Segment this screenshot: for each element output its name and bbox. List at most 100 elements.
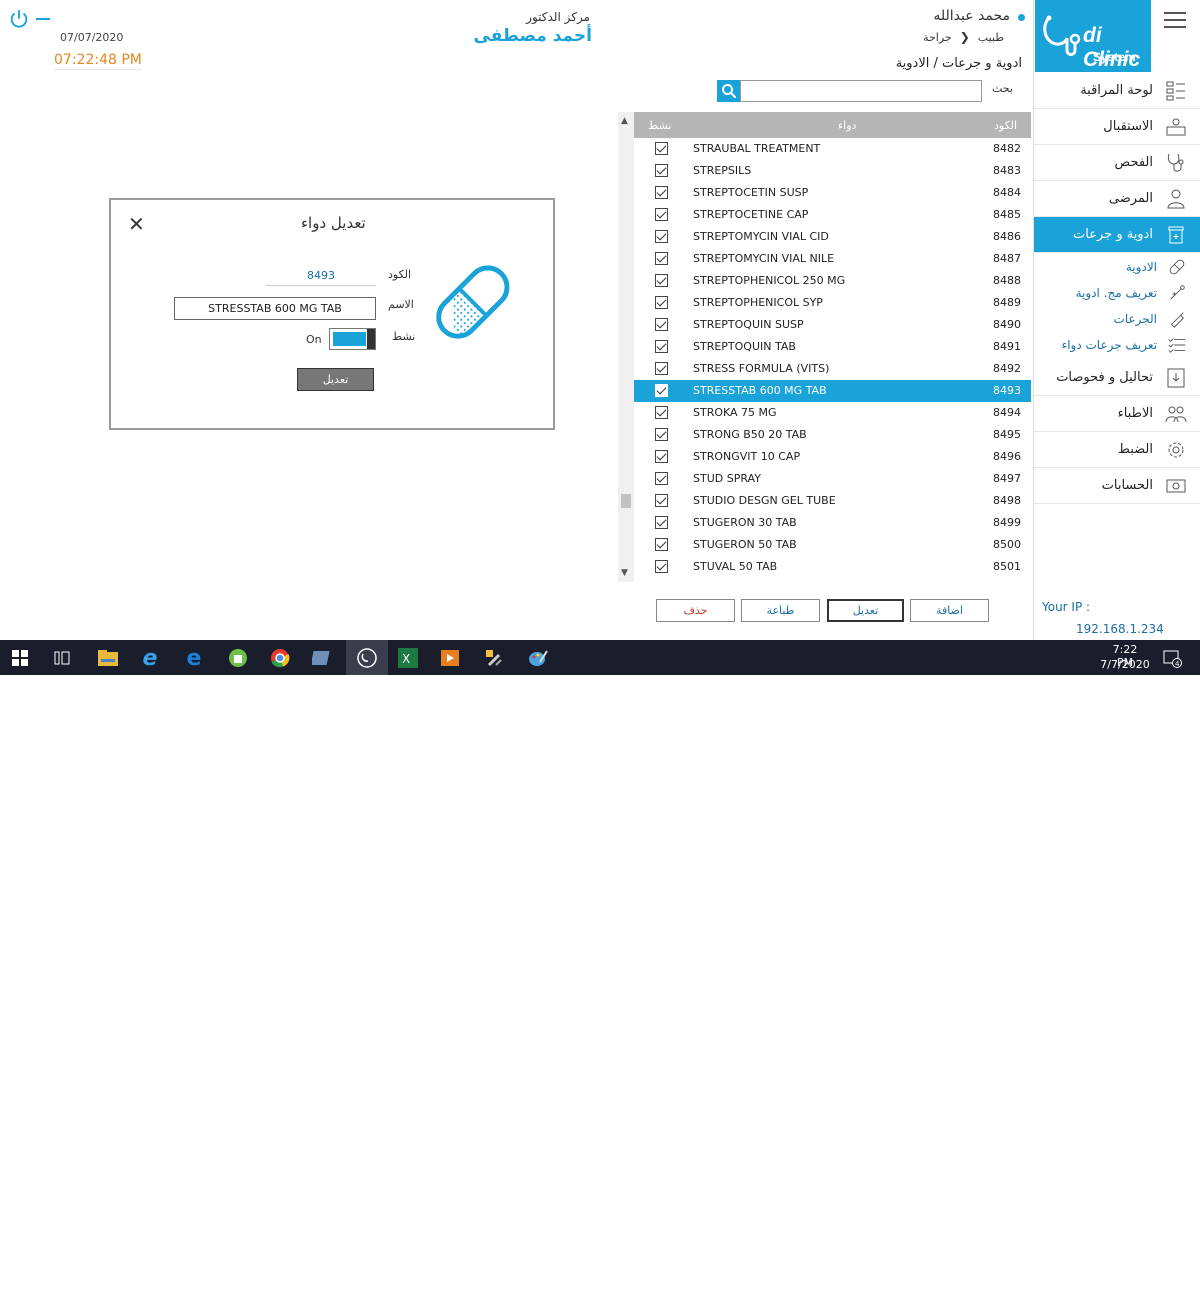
sidebar: di Clinic System لوحة المراقبة الاستقبال ا… [1033,0,1200,640]
minimize-button[interactable] [36,18,50,20]
active-checkbox[interactable] [655,384,668,397]
column-header-code[interactable]: الكود [994,119,1017,132]
sidebar-item2-label: تحاليل و فحوصات [1056,370,1153,385]
table-row[interactable]: STREPTOCETIN SUSP 8484 [634,182,1031,204]
taskbar-date[interactable]: 7/7/2020 [1100,658,1150,671]
table-row[interactable]: STUD SPRAY 8497 [634,468,1031,490]
table-row[interactable]: STREPTOPHENICOL 250 MG 8488 [634,270,1031,292]
table-row[interactable]: STREPTOMYCIN VIAL NILE 8487 [634,248,1031,270]
table-row[interactable]: STREPTOQUIN SUSP 8490 [634,314,1031,336]
drug-name-cell: STREPTOPHENICOL 250 MG [693,274,846,287]
table-row[interactable]: STRESS FORMULA (VITS) 8492 [634,358,1031,380]
dose-icon [1167,309,1187,329]
table-row[interactable]: STREPTOQUIN TAB 8491 [634,336,1031,358]
search-button[interactable] [717,80,740,102]
drug-code-cell: 8497 [993,472,1021,485]
internet-explorer-icon[interactable]: e [138,646,162,671]
active-checkbox[interactable] [655,560,668,573]
notification-icon[interactable]: 4 [1160,646,1184,670]
ip-value: 192.168.1.234 [1076,622,1164,636]
sidebar-item-4[interactable]: ادوية و جرعات [1034,217,1200,253]
menu-icon[interactable] [1164,12,1186,30]
table-row[interactable]: STUVAL 50 TAB 8501 [634,556,1031,578]
language-indicator[interactable]: ENG [1070,1292,1094,1305]
active-checkbox[interactable] [655,538,668,551]
sidebar-item-2[interactable]: الفحص [1034,145,1200,181]
sidebar-subitem-1[interactable]: تعريف مج. ادوية [1034,280,1200,306]
active-checkbox[interactable] [655,516,668,529]
active-checkbox[interactable] [655,296,668,309]
delete-button[interactable]: حذف [656,599,735,622]
column-header-drug[interactable]: دواء [838,119,856,132]
active-checkbox[interactable] [655,406,668,419]
scroll-down-icon[interactable]: ▼ [621,568,628,578]
sidebar-item2-0[interactable]: تحاليل و فحوصات [1034,360,1200,396]
store-app-icon[interactable] [226,646,250,670]
table-row[interactable]: STUDIO DESGN GEL TUBE 8498 [634,490,1031,512]
dialog-edit-button[interactable]: تعديل [297,368,374,391]
edit-button[interactable]: تعديل [827,599,904,622]
active-checkbox[interactable] [655,186,668,199]
active-checkbox[interactable] [655,164,668,177]
active-checkbox[interactable] [655,472,668,485]
active-checkbox[interactable] [655,450,668,463]
active-checkbox[interactable] [655,274,668,287]
sidebar-item-1[interactable]: الاستقبال [1034,109,1200,145]
table-row[interactable]: STREPTOCETINE CAP 8485 [634,204,1031,226]
table-row[interactable]: STUGERON 30 TAB 8499 [634,512,1031,534]
paint-app-icon[interactable] [526,646,550,670]
active-checkbox[interactable] [655,208,668,221]
di-clinic-taskbar-icon[interactable] [355,646,379,670]
table-row[interactable]: STRESSTAB 600 MG TAB 8493 [634,380,1031,402]
doctors-icon [1165,403,1187,425]
scroll-thumb[interactable] [621,494,631,508]
sidebar-item2-1[interactable]: الاطباء [1034,396,1200,432]
sidebar-item-0[interactable]: لوحة المراقبة [1034,73,1200,109]
sidebar-item-3[interactable]: المرضى [1034,181,1200,217]
active-toggle[interactable] [329,328,376,350]
edge-browser-icon[interactable]: e [182,646,206,671]
task-view-icon[interactable] [50,646,74,670]
active-checkbox[interactable] [655,252,668,265]
active-checkbox[interactable] [655,318,668,331]
active-checkbox[interactable] [655,362,668,375]
chrome-icon[interactable] [268,646,292,670]
table-row[interactable]: STUGERON 50 TAB 8500 [634,534,1031,556]
notes-app-icon[interactable] [310,646,334,670]
active-checkbox[interactable] [655,142,668,155]
table-scrollbar[interactable]: ▲ ▼ [618,112,634,582]
search-input[interactable] [740,80,982,102]
table-row[interactable]: STRONGVIT 10 CAP 8496 [634,446,1031,468]
active-checkbox[interactable] [655,428,668,441]
print-button[interactable]: طباعة [741,599,820,622]
active-checkbox[interactable] [655,230,668,243]
drug-name-cell: STRESS FORMULA (VITS) [693,362,830,375]
table-row[interactable]: STREPTOMYCIN VIAL CID 8486 [634,226,1031,248]
sidebar-item2-2[interactable]: الضبط [1034,432,1200,468]
sidebar-subitem-0[interactable]: الادوية [1034,254,1200,280]
sidebar-subitem-2[interactable]: الجرعات [1034,306,1200,332]
add-button[interactable]: اضافة [910,599,989,622]
tools-app-icon[interactable] [482,646,506,670]
name-field[interactable]: STRESSTAB 600 MG TAB [174,297,376,320]
table-row[interactable]: STRONG B50 20 TAB 8495 [634,424,1031,446]
table-row[interactable]: STROKA 75 MG 8494 [634,402,1031,424]
windows-start-icon[interactable] [8,646,32,670]
sidebar-item2-3[interactable]: الحسابات [1034,468,1200,504]
power-icon[interactable] [8,8,30,30]
table-row[interactable]: STRAUBAL TREATMENT 8482 [634,138,1031,160]
scroll-up-icon[interactable]: ▲ [621,116,628,126]
excel-icon[interactable]: X [396,646,420,670]
active-checkbox[interactable] [655,340,668,353]
file-explorer-icon[interactable] [96,646,120,670]
media-player-icon[interactable] [438,646,462,670]
active-checkbox[interactable] [655,494,668,507]
column-header-active[interactable]: نشط [648,119,671,132]
table-row[interactable]: STREPSILS 8483 [634,160,1031,182]
sidebar-subitem-3[interactable]: تعريف جرعات دواء [1034,332,1200,358]
sidebar-item-label: لوحة المراقبة [1080,83,1153,98]
table-row[interactable]: STREPTOPHENICOL SYP 8489 [634,292,1031,314]
drug-code-cell: 8499 [993,516,1021,529]
close-icon[interactable]: ✕ [128,212,145,236]
drug-name-cell: STREPTOMYCIN VIAL CID [693,230,829,243]
